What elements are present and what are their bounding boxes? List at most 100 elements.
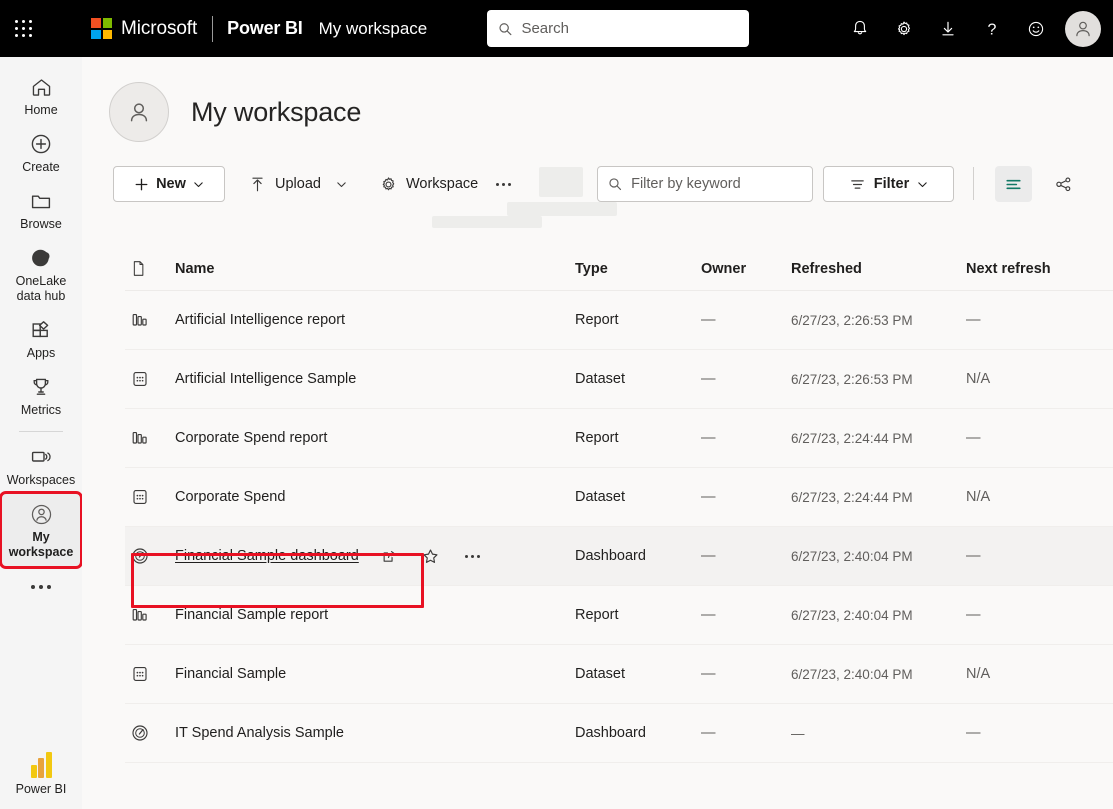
table-header-row: Name Type Owner Refreshed Next refresh	[125, 247, 1113, 291]
row-refreshed: 6/27/23, 2:26:53 PM	[791, 371, 913, 387]
row-name-link[interactable]: Corporate Spend	[175, 489, 285, 505]
row-next-refresh: —	[966, 430, 981, 446]
sidebar-item-apps-label: Apps	[26, 346, 56, 360]
column-header-icon[interactable]	[125, 260, 175, 277]
row-next-refresh: —	[966, 312, 981, 328]
settings-button[interactable]	[882, 7, 926, 51]
filter-by-keyword-box[interactable]	[597, 166, 813, 202]
feedback-button[interactable]	[1014, 7, 1058, 51]
row-owner: —	[701, 371, 716, 387]
column-header-next-refresh[interactable]: Next refresh	[966, 261, 1106, 277]
breadcrumb-workspace[interactable]: My workspace	[319, 19, 428, 39]
lineage-icon	[1056, 176, 1071, 191]
sidebar-item-browse[interactable]: Browse	[2, 181, 80, 238]
new-button-label: New	[156, 176, 186, 192]
table-row[interactable]: Corporate Spend report Report — 6/27/23, 2:…	[125, 409, 1113, 468]
upload-button[interactable]: Upload	[239, 166, 356, 202]
share-icon	[383, 550, 395, 562]
row-name-link[interactable]: Financial Sample	[175, 666, 286, 682]
download-icon	[942, 21, 954, 35]
sidebar-item-workspaces[interactable]: Workspaces	[2, 437, 80, 494]
search-input[interactable]	[521, 20, 738, 37]
table-row[interactable]: Financial Sample report Report — 6/27/23, 2…	[125, 586, 1113, 645]
sidebar-item-apps[interactable]: Apps	[2, 310, 80, 367]
horizontal-scrollbar[interactable]	[164, 804, 1113, 809]
table-row[interactable]: Financial Sample Dataset — 6/27/23, 2:40:04…	[125, 645, 1113, 704]
search-icon	[499, 22, 512, 35]
row-next-refresh: —	[966, 725, 981, 741]
row-name-link[interactable]: IT Spend Analysis Sample	[175, 725, 344, 741]
sidebar-item-home[interactable]: Home	[2, 67, 80, 124]
row-refreshed: 6/27/23, 2:40:04 PM	[791, 548, 913, 564]
download-button[interactable]	[926, 7, 970, 51]
svg-text:?: ?	[988, 21, 997, 38]
sidebar-item-create-label: Create	[22, 160, 60, 174]
loading-placeholder	[507, 202, 617, 216]
account-avatar-button[interactable]	[1065, 10, 1101, 47]
lineage-view-button[interactable]	[1045, 166, 1082, 202]
row-refreshed: 6/27/23, 2:24:44 PM	[791, 430, 913, 446]
report-icon	[132, 432, 147, 444]
row-more-button[interactable]	[462, 545, 484, 567]
share-button[interactable]	[378, 545, 400, 567]
row-next-refresh: N/A	[966, 371, 991, 387]
row-name-link[interactable]: Corporate Spend report	[175, 430, 327, 446]
row-name-link[interactable]: Financial Sample dashboard	[175, 548, 359, 564]
global-search-box[interactable]	[487, 10, 749, 47]
row-next-refresh: N/A	[966, 489, 991, 505]
column-header-type[interactable]: Type	[575, 261, 701, 277]
table-row[interactable]: Corporate Spend Dataset — 6/27/23, 2:24:44 …	[125, 468, 1113, 527]
row-type: Dataset	[575, 666, 625, 682]
sidebar-powerbi-footer[interactable]: Power BI	[0, 752, 82, 797]
column-header-owner[interactable]: Owner	[701, 261, 791, 277]
sidebar-item-create[interactable]: Create	[2, 124, 80, 181]
loading-placeholder	[432, 216, 542, 228]
sidebar-item-metrics[interactable]: Metrics	[2, 367, 80, 424]
row-action-buttons	[378, 545, 484, 567]
sidebar-item-my-workspace-label: My workspace	[8, 530, 74, 559]
sidebar-item-onelake-data-hub[interactable]: OneLake data hub	[2, 238, 80, 310]
row-name-link[interactable]: Artificial Intelligence report	[175, 312, 345, 328]
row-refreshed: —	[791, 725, 805, 741]
filter-button[interactable]: Filter	[823, 166, 954, 202]
workspace-settings-button[interactable]: Workspace	[370, 166, 487, 202]
page-title: My workspace	[191, 96, 362, 127]
row-type-icon	[125, 310, 175, 330]
notifications-button[interactable]	[838, 7, 882, 51]
row-type-icon	[125, 428, 175, 448]
row-type-icon	[125, 723, 175, 743]
row-name-cell: Corporate Spend report	[175, 430, 575, 446]
favorite-button[interactable]	[420, 545, 442, 567]
gear-icon	[382, 176, 395, 190]
sidebar-item-my-workspace[interactable]: My workspace	[0, 491, 83, 569]
toolbar-divider	[973, 167, 974, 200]
filter-button-label: Filter	[873, 176, 910, 192]
row-type-icon	[125, 369, 175, 389]
app-launcher-button[interactable]	[0, 0, 48, 57]
filter-keyword-input[interactable]	[631, 176, 802, 192]
product-name-link[interactable]: Power BI	[227, 18, 303, 39]
table-row[interactable]: Artificial Intelligence Sample Dataset — 6/…	[125, 350, 1113, 409]
row-name-cell: Corporate Spend	[175, 489, 575, 505]
row-owner: —	[701, 430, 716, 446]
row-name-link[interactable]: Financial Sample report	[175, 607, 328, 623]
table-row[interactable]: Artificial Intelligence report Report — 6/2…	[125, 291, 1113, 350]
column-header-name[interactable]: Name	[175, 261, 575, 277]
notifications-icon	[853, 20, 867, 34]
upload-button-label: Upload	[275, 176, 321, 192]
column-header-refreshed[interactable]: Refreshed	[791, 261, 966, 277]
toolbar-more-button[interactable]	[489, 168, 517, 200]
sidebar-item-onelake-label: OneLake data hub	[15, 274, 67, 303]
table-row[interactable]: Financial Sample dashboard Dashboard — 6/27…	[125, 527, 1113, 586]
help-button[interactable]: ?	[970, 7, 1014, 51]
plus-icon	[135, 178, 148, 190]
sidebar-more-button[interactable]	[2, 566, 80, 608]
report-icon	[132, 314, 147, 326]
row-name-link[interactable]: Artificial Intelligence Sample	[175, 371, 356, 387]
workspace-settings-label: Workspace	[405, 176, 479, 192]
new-button[interactable]: New	[113, 166, 225, 202]
list-view-toggle-button[interactable]	[995, 166, 1032, 202]
row-type: Dataset	[575, 371, 625, 387]
microsoft-logo-link[interactable]: Microsoft	[91, 18, 197, 40]
table-row[interactable]: IT Spend Analysis Sample Dashboard — — —	[125, 704, 1113, 763]
